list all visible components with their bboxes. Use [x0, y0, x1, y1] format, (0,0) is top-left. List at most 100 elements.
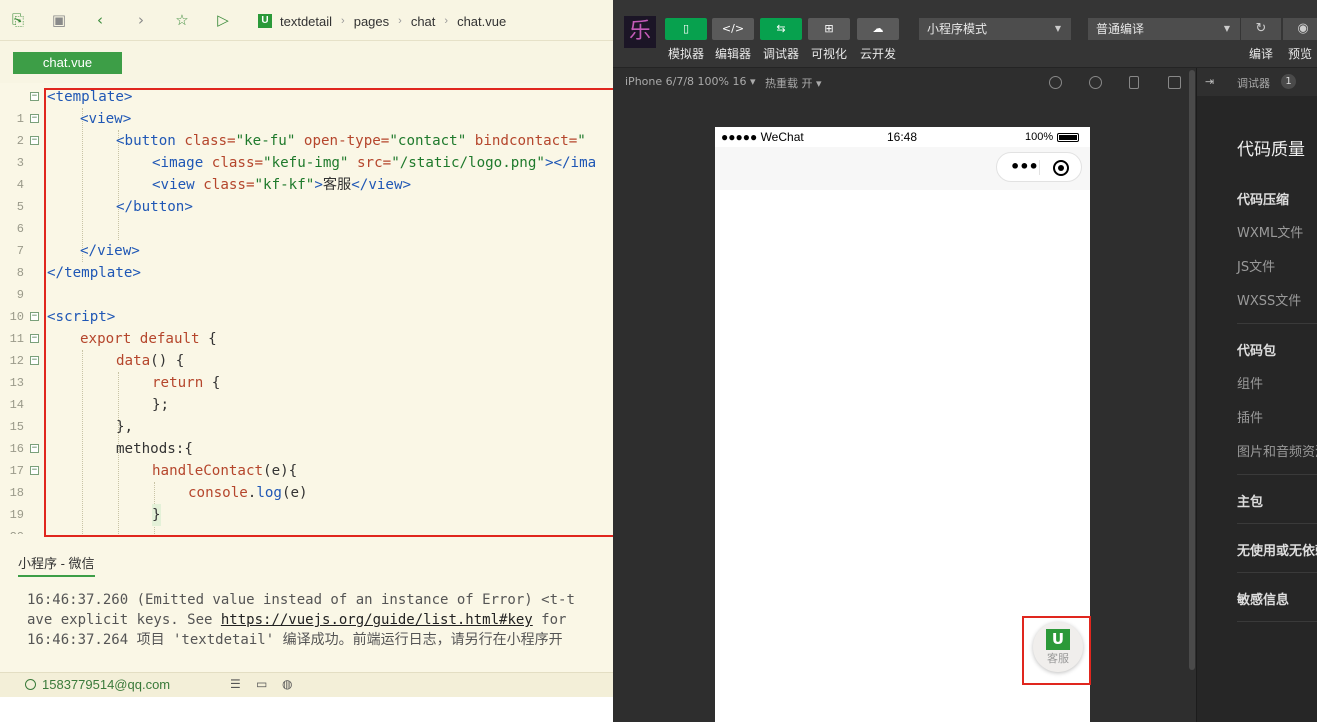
fold-toggle-icon[interactable]: − [30, 356, 39, 365]
fold-toggle-icon[interactable]: − [30, 114, 39, 123]
code-token: { [203, 375, 221, 391]
code-line: 5 <view class="kf-kf">客服</view> [0, 174, 613, 214]
panel-tabbar: ⇥ 调试器 1 [1197, 68, 1317, 96]
section-item[interactable]: WXSS文件 [1237, 290, 1301, 309]
debugger-label[interactable]: 调试器 [756, 45, 806, 62]
new-file-icon[interactable]: ⎘ [10, 12, 26, 28]
device-select[interactable]: iPhone 6/7/8 100% 16 ▾ [625, 75, 756, 88]
simulator-toggle-icon[interactable]: ▯ [665, 18, 707, 40]
section-title[interactable]: 主包 [1237, 491, 1263, 510]
breadcrumb-item[interactable]: chat [411, 14, 436, 29]
fold-toggle-icon[interactable]: − [30, 136, 39, 145]
terminal-icon[interactable]: ▭ [256, 678, 269, 691]
preview-label[interactable]: 预览 [1275, 45, 1317, 62]
hot-reload-select[interactable]: 热重载 开 ▾ [765, 75, 822, 91]
breadcrumb-item[interactable]: textdetail [280, 14, 332, 29]
console-text: ave explicit keys. See [27, 612, 221, 628]
close-icon[interactable] [1053, 160, 1069, 176]
code-token: handleContact [152, 463, 264, 479]
wechat-devtools-window: 乐 ▯ 模拟器 </> 编辑器 ⇆ 调试器 ⊞ 可视化 ☁ 云开发 小程序模式 … [613, 0, 1317, 722]
save-icon[interactable]: ▣ [51, 12, 67, 28]
fold-toggle-icon[interactable]: − [30, 334, 39, 343]
visual-label[interactable]: 可视化 [804, 45, 854, 62]
scrollbar[interactable] [1189, 70, 1195, 670]
cloud-label[interactable]: 云开发 [853, 45, 903, 62]
console-link[interactable]: https://vuejs.org/guide/list.html#key [221, 612, 533, 628]
fold-toggle-icon[interactable]: − [30, 92, 39, 101]
section-item[interactable]: WXML文件 [1237, 222, 1303, 241]
phone-icon[interactable] [1129, 76, 1139, 89]
section-title[interactable]: 无使用或无依赖文件 [1237, 540, 1317, 559]
code-token: open-type= [295, 133, 390, 149]
tab-debugger[interactable]: 调试器 [1237, 75, 1270, 91]
section-item[interactable]: 组件 [1237, 373, 1263, 392]
section-title[interactable]: 敏感信息 [1237, 589, 1289, 608]
section-item[interactable]: JS文件 [1237, 256, 1275, 275]
divider [1237, 523, 1317, 524]
code-line: 19 console.log(e) [0, 482, 613, 522]
list-icon[interactable]: ☰ [230, 678, 243, 691]
code-token: () { [150, 353, 185, 369]
hot-reload-value: 热重载 开 [765, 77, 813, 90]
devtools-toolbar: 乐 ▯ 模拟器 </> 编辑器 ⇆ 调试器 ⊞ 可视化 ☁ 云开发 小程序模式 … [613, 0, 1317, 68]
mini-program-capsule[interactable]: ••• [996, 152, 1082, 182]
back-icon[interactable]: ‹ [92, 12, 108, 28]
forward-icon[interactable]: › [133, 12, 149, 28]
eye-icon[interactable]: ◉ [1283, 18, 1317, 40]
more-icon[interactable]: ••• [1010, 157, 1039, 177]
console-line: ave explicit keys. See https://vuejs.org… [27, 610, 613, 630]
code-token: <button [116, 133, 176, 149]
code-editor[interactable]: 1 − <template> 2 − <view> 3 − <button cl… [0, 86, 613, 534]
mode-select[interactable]: 小程序模式 ▼ [919, 18, 1071, 40]
star-icon[interactable]: ☆ [174, 12, 190, 28]
account-status[interactable]: 1583779514@qq.com [25, 677, 170, 692]
code-token: <view [152, 177, 195, 193]
section-title[interactable]: 代码包 [1237, 340, 1276, 359]
breadcrumb-item[interactable]: pages [354, 14, 389, 29]
kefu-button[interactable]: U 客服 [1033, 622, 1083, 672]
breadcrumb-item[interactable]: chat.vue [457, 14, 506, 29]
phone-simulator[interactable]: ●●●●● WeChat 16:48 100% ••• U 客服 [715, 127, 1090, 722]
globe-icon[interactable]: ◍ [282, 678, 295, 691]
code-token: (e) [281, 485, 308, 501]
section-title[interactable]: 代码压缩 [1237, 189, 1289, 208]
editor-toggle-icon[interactable]: </> [712, 18, 754, 40]
compile-select[interactable]: 普通编译 ▼ [1088, 18, 1240, 40]
code-line: 7 [0, 218, 613, 258]
avatar[interactable]: 乐 [624, 16, 656, 48]
visual-toggle-icon[interactable]: ⊞ [808, 18, 850, 40]
simulator-bar: iPhone 6/7/8 100% 16 ▾ 热重载 开 ▾ [613, 68, 1195, 96]
divider [1237, 572, 1317, 573]
simulator-label[interactable]: 模拟器 [661, 45, 711, 62]
code-line: 12 − export default { [0, 328, 613, 368]
battery-icon [1057, 133, 1079, 142]
code-line: 14 return { [0, 372, 613, 412]
stop-icon[interactable] [1089, 76, 1102, 89]
code-line: 13 − data() { [0, 350, 613, 390]
kefu-label: 客服 [1047, 652, 1069, 665]
rotate-icon[interactable] [1049, 76, 1062, 89]
code-line: 17 − methods:{ [0, 438, 613, 478]
code-line: 16 }, [0, 416, 613, 456]
popout-icon[interactable] [1168, 76, 1181, 89]
phone-time: 16:48 [887, 130, 918, 144]
editor-label[interactable]: 编辑器 [708, 45, 758, 62]
code-token: ></ima [544, 155, 597, 171]
cloud-icon[interactable]: ☁ [857, 18, 899, 40]
fold-toggle-icon[interactable]: − [30, 312, 39, 321]
tab-console-wechat[interactable]: 小程序 - 微信 [18, 553, 95, 577]
section-item[interactable]: 插件 [1237, 407, 1263, 426]
debugger-toggle-icon[interactable]: ⇆ [760, 18, 802, 40]
code-line: 18 − handleContact(e){ [0, 460, 613, 500]
fold-toggle-icon[interactable]: − [30, 466, 39, 475]
fold-toggle-icon[interactable]: − [30, 444, 39, 453]
run-icon[interactable]: ▷ [215, 12, 231, 28]
code-token: data [116, 353, 151, 369]
code-token: </template> [47, 265, 141, 281]
kefu-image: U [1046, 629, 1070, 650]
refresh-icon[interactable]: ↻ [1241, 18, 1281, 40]
panel-toggle-icon[interactable]: ⇥ [1205, 75, 1214, 88]
section-item[interactable]: 图片和音频资源 [1237, 441, 1317, 460]
tab-chat-vue[interactable]: chat.vue [13, 52, 122, 74]
code-line: 4 <image class="kefu-img" src="/static/l… [0, 152, 613, 192]
